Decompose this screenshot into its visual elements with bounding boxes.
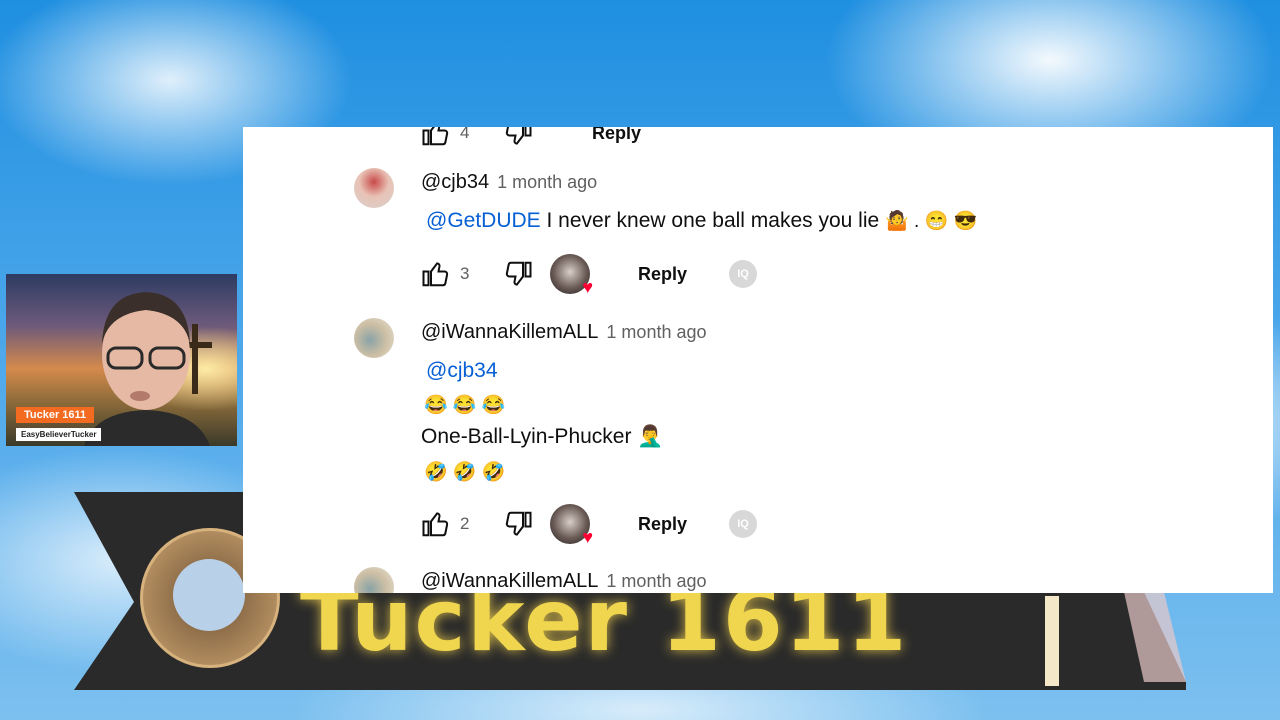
webcam-name-tag: Tucker 1611 <box>16 407 95 423</box>
reply-button[interactable]: Reply <box>638 514 687 535</box>
avatar[interactable] <box>354 168 394 208</box>
creator-heart-badge: ♥ <box>550 254 593 297</box>
comment-body: @GetDUDE I never knew one ball makes you… <box>426 209 977 233</box>
webcam-handle-tag: EasyBelieverTucker <box>16 428 102 441</box>
mention-text[interactable]: @cjb34 <box>426 359 498 382</box>
comment-header: @iWannaKillemALL 1 month ago <box>421 321 707 344</box>
comment-time[interactable]: 1 month ago <box>497 172 597 193</box>
heart-icon: ♥ <box>582 277 593 297</box>
iq-icon[interactable]: IQ <box>729 260 758 288</box>
like-count: 4 <box>460 127 470 142</box>
banner-divider <box>1045 596 1059 686</box>
creator-heart-badge: ♥ <box>550 504 593 547</box>
comment-header: @iWannaKillemALL 1 month ago <box>421 570 707 593</box>
thumbs-up-icon[interactable] <box>418 127 454 151</box>
comment-action-bar: 3 ♥ Reply IQ <box>418 254 758 297</box>
streamer-image <box>84 292 212 446</box>
avatar[interactable] <box>354 567 394 593</box>
thumbs-down-icon[interactable] <box>500 256 536 292</box>
avatar[interactable] <box>354 318 394 358</box>
comment-emojis: 😂 😂 😂 <box>424 395 506 416</box>
like-count: 3 <box>460 264 470 283</box>
thumbs-up-icon[interactable] <box>418 256 454 292</box>
comment-text: I never knew one ball makes you lie <box>540 209 886 232</box>
heart-icon: ♥ <box>582 527 593 547</box>
webcam-overlay: Tucker 1611 EasyBelieverTucker <box>6 274 237 446</box>
thumbs-up-icon[interactable] <box>418 506 454 542</box>
mention-link[interactable]: @GetDUDE <box>426 209 541 232</box>
comment-author[interactable]: @cjb34 <box>421 171 489 194</box>
mention-link[interactable]: @cjb34 <box>426 359 498 383</box>
comment-emojis: 🤣 🤣 🤣 <box>424 462 506 483</box>
comment-time[interactable]: 1 month ago <box>606 322 706 343</box>
comment-header: @cjb34 1 month ago <box>421 171 597 194</box>
logo-portrait <box>173 559 245 631</box>
top-partial-action-bar: 4 Reply <box>418 127 641 153</box>
reply-button[interactable]: Reply <box>592 127 641 144</box>
comment-action-bar: 2 ♥ Reply IQ <box>418 504 758 547</box>
comments-panel[interactable]: 4 Reply @cjb34 1 month ago @GetDUDE I ne… <box>243 127 1273 593</box>
comment-emojis: 🤷 . 😁 😎 <box>885 211 978 232</box>
iq-icon[interactable]: IQ <box>729 510 758 538</box>
reply-button[interactable]: Reply <box>638 264 687 285</box>
thumbs-down-icon[interactable] <box>500 506 536 542</box>
comment-time[interactable]: 1 month ago <box>606 571 706 592</box>
thumbs-down-icon[interactable] <box>500 127 536 151</box>
comment-author[interactable]: @iWannaKillemALL <box>421 570 598 593</box>
like-count: 2 <box>460 514 470 533</box>
comment-author[interactable]: @iWannaKillemALL <box>421 321 598 344</box>
comment-text: One-Ball-Lyin-Phucker 🤦‍♂️ <box>421 425 664 448</box>
